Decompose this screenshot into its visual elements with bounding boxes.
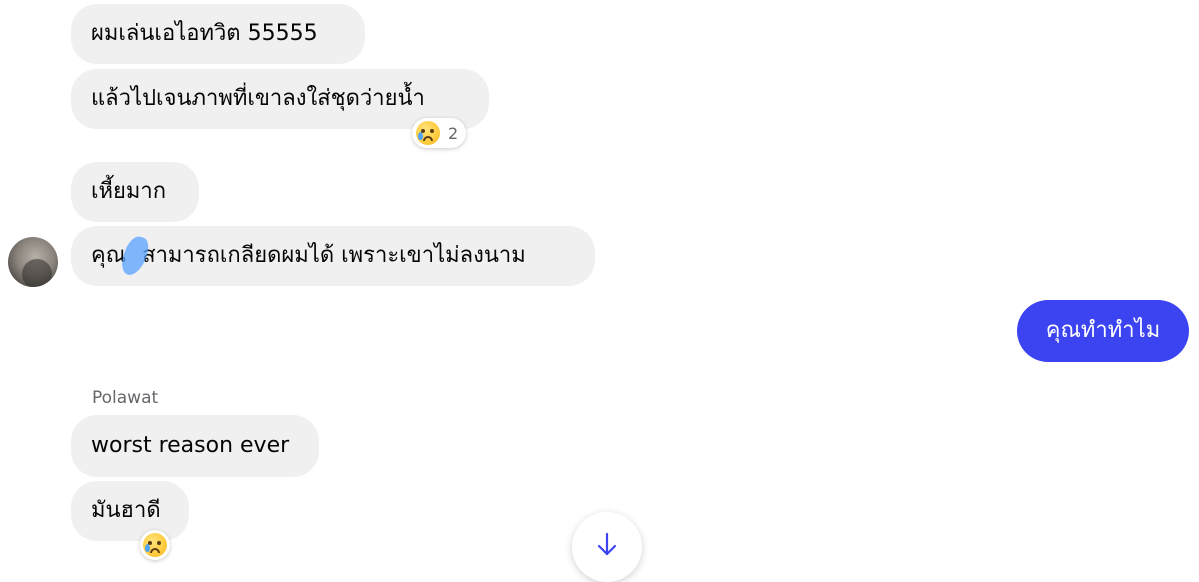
message-text: worst reason ever [91, 433, 290, 458]
message-bubble[interactable]: มันฮาดี [71, 481, 189, 541]
arrow-down-icon [597, 532, 617, 556]
message-bubble[interactable]: เหี้ยมาก [71, 162, 199, 222]
message-bubble[interactable]: worst reason ever [71, 415, 319, 477]
message-text-part: สามารถเกลียดผมได้ เพราะเขาไม่ลงนาม [142, 243, 526, 268]
message-bubble[interactable]: ผมเล่นเอไอทวิต 55555 [71, 4, 365, 64]
sad-tear-emoji-icon [416, 121, 440, 145]
message-bubble[interactable]: คุณ สามารถเกลียดผมได้ เพราะเขาไม่ลงนาม [71, 226, 595, 286]
scroll-to-bottom-button[interactable] [572, 512, 642, 582]
contact-avatar[interactable] [8, 237, 58, 287]
message-reaction[interactable]: 2 [412, 118, 467, 148]
sender-name: Polawat [92, 388, 159, 408]
message-text: มันฮาดี [91, 498, 161, 523]
message-reaction[interactable] [140, 530, 170, 560]
message-text: เหี้ยมาก [91, 179, 167, 204]
message-text-part: คุณ [91, 243, 127, 268]
outgoing-message-bubble[interactable]: คุณทำทำไม [1017, 300, 1189, 362]
message-text: คุณทำทำไม [1045, 318, 1161, 343]
message-text: ผมเล่นเอไอทวิต 55555 [91, 21, 318, 46]
reaction-count: 2 [448, 123, 459, 143]
message-text: แล้วไปเจนภาพที่เขาลงใส่ชุดว่ายน้ำ [91, 86, 425, 111]
sad-tear-emoji-icon [143, 533, 167, 557]
